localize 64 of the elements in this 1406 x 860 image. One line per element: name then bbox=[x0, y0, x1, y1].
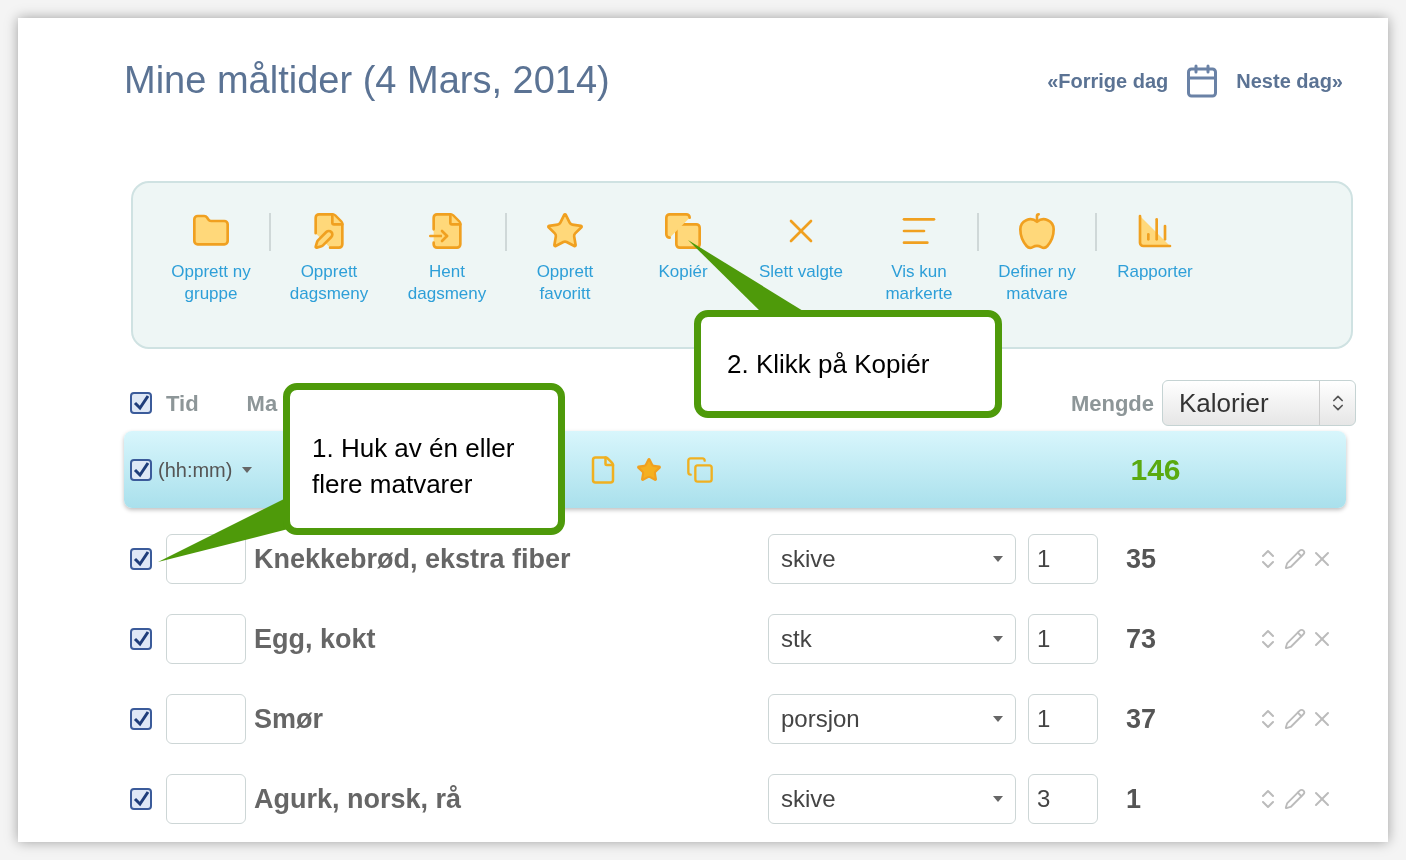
toolbar-button[interactable]: Opprett favoritt bbox=[507, 211, 623, 305]
caret-icon bbox=[993, 716, 1003, 722]
toolbar-button[interactable]: Kopiér bbox=[625, 211, 741, 283]
checkbox[interactable] bbox=[130, 548, 152, 570]
food-name: Knekkebrød, ekstra fiber bbox=[254, 542, 572, 576]
checkbox[interactable] bbox=[130, 458, 152, 481]
column-header: Mengde bbox=[1070, 389, 1154, 418]
toolbar-button[interactable]: Hent dagsmeny bbox=[389, 211, 505, 305]
toolbar-button[interactable]: Slett valgte bbox=[743, 211, 859, 283]
caret-icon bbox=[993, 796, 1003, 802]
checkmark-icon bbox=[132, 710, 150, 728]
calories-value: 73 bbox=[1126, 622, 1158, 656]
checkmark-icon bbox=[132, 550, 150, 568]
time-input[interactable] bbox=[166, 614, 246, 664]
caret-icon bbox=[242, 466, 253, 473]
toolbar-button[interactable]: Rapporter bbox=[1097, 211, 1213, 283]
calories-value: 37 bbox=[1126, 702, 1158, 736]
column-header: Tid bbox=[166, 389, 199, 418]
checkmark-icon bbox=[132, 460, 150, 479]
page-title: Mine måltider (4 Mars, 2014) bbox=[124, 58, 610, 103]
copy-icon[interactable] bbox=[686, 455, 715, 484]
callout: 1. Huk av én eller flere matvarer bbox=[283, 383, 565, 535]
unit-select[interactable]: porsjon bbox=[768, 694, 1016, 744]
unit-select[interactable]: skive bbox=[768, 774, 1016, 824]
apple-icon bbox=[1017, 211, 1057, 251]
next-day-link[interactable]: Neste dag» bbox=[1236, 65, 1343, 96]
toolbar-button[interactable]: Definer ny matvare bbox=[979, 211, 1095, 305]
star-icon[interactable] bbox=[636, 456, 663, 483]
checkbox[interactable] bbox=[130, 708, 152, 730]
quantity-field[interactable]: 3 bbox=[1028, 774, 1098, 824]
food-name: Agurk, norsk, rå bbox=[254, 782, 463, 816]
food-name: Smør bbox=[254, 702, 325, 736]
edit-icon[interactable] bbox=[1284, 628, 1306, 650]
time-input[interactable] bbox=[166, 774, 246, 824]
calories-value: 35 bbox=[1126, 542, 1158, 576]
caret-icon bbox=[993, 636, 1003, 642]
checkbox[interactable] bbox=[130, 392, 152, 414]
checkbox[interactable] bbox=[130, 788, 152, 810]
quantity-field[interactable]: 1 bbox=[1028, 534, 1098, 584]
callout: 2. Klikk på Kopiér bbox=[694, 310, 1002, 418]
time-select[interactable]: (hh:mm) bbox=[158, 454, 253, 485]
quantity-field[interactable]: 1 bbox=[1028, 694, 1098, 744]
calories-value: 1 bbox=[1126, 782, 1143, 816]
checkbox[interactable] bbox=[130, 628, 152, 650]
unit-select[interactable]: skive bbox=[768, 534, 1016, 584]
measure-select[interactable]: Kalorier bbox=[1162, 380, 1356, 426]
checkmark-icon bbox=[132, 630, 150, 648]
edit-icon[interactable] bbox=[1284, 788, 1306, 810]
checkmark-icon bbox=[132, 394, 150, 412]
copy-icon bbox=[663, 211, 703, 251]
previous-day-link[interactable]: «Forrige dag bbox=[1047, 65, 1169, 96]
edit-icon[interactable] bbox=[1284, 708, 1306, 730]
quantity-field[interactable]: 1 bbox=[1028, 614, 1098, 664]
caret-icon bbox=[993, 556, 1003, 562]
total-calories: 146 bbox=[1130, 452, 1181, 488]
time-input[interactable] bbox=[166, 694, 246, 744]
unit-select[interactable]: stk bbox=[768, 614, 1016, 664]
toolbar-button[interactable]: Vis kun markerte bbox=[861, 211, 977, 305]
toolbar-button[interactable]: Opprett dagsmeny bbox=[271, 211, 387, 305]
checkmark-icon bbox=[132, 790, 150, 808]
toolbar-button[interactable]: Opprett ny gruppe bbox=[153, 211, 269, 305]
edit-icon[interactable] bbox=[1284, 548, 1306, 570]
column-header: Ma bbox=[246, 389, 278, 418]
food-name: Egg, kokt bbox=[254, 622, 377, 656]
